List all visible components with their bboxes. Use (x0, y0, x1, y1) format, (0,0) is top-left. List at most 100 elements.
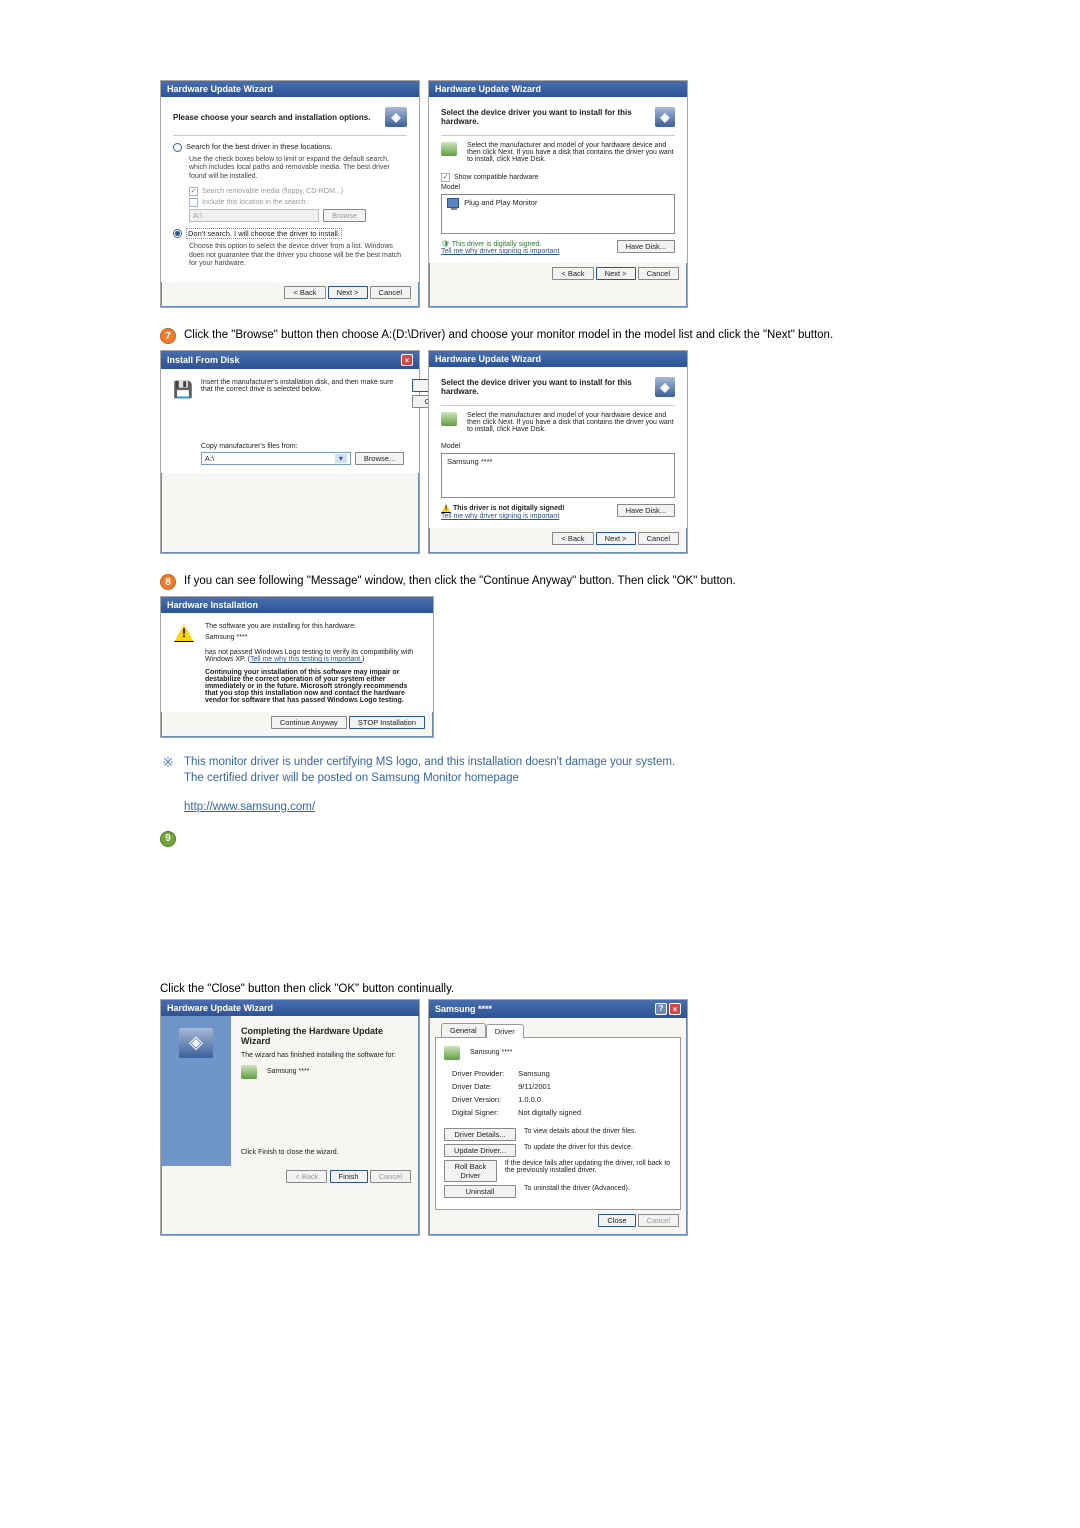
heading-text: Select the device driver you want to ins… (441, 378, 655, 396)
check-show-compat[interactable]: ✓ Show compatible hardware (441, 173, 675, 182)
note-line1: This monitor driver is under certifying … (184, 754, 675, 770)
heading-text: Select the device driver you want to ins… (441, 108, 655, 126)
close-icon[interactable]: × (401, 354, 413, 366)
hwinst-warning-text: Continuing your installation of this sof… (205, 669, 421, 704)
dlg-title-text: Hardware Update Wizard (435, 354, 541, 364)
step-9-text: Click the "Close" button then click "OK"… (160, 983, 920, 995)
step-9-marker: 9 (160, 831, 920, 847)
warning-icon: ! (173, 623, 195, 643)
dlg-title-text: Hardware Update Wizard (167, 1003, 273, 1013)
btn-desc: To uninstall the driver (Advanced). (524, 1185, 630, 1198)
driver-icon (441, 412, 457, 426)
radio-dot-icon (173, 143, 182, 152)
next-button[interactable]: Next > (328, 286, 368, 299)
signed-status: 🛡 This driver is digitally signed. (441, 240, 559, 248)
chevron-down-icon[interactable]: ▾ (335, 454, 347, 463)
combo-value: A:\ (205, 454, 214, 463)
btn-desc: To update the driver for this device. (524, 1144, 633, 1157)
note-line2: The certified driver will be posted on S… (184, 770, 675, 786)
dlg-completing-wizard: Hardware Update Wizard ◈ Completing the … (160, 999, 420, 1236)
step-number-icon: 9 (160, 831, 176, 847)
browse-button-disabled: Browse (323, 209, 366, 222)
finish-button[interactable]: Finish (330, 1170, 368, 1183)
back-button[interactable]: < Back (284, 286, 325, 299)
driver-signing-link[interactable]: Tell me why driver signing is important (441, 248, 559, 255)
back-button[interactable]: < Back (552, 267, 593, 280)
button-row: < Back Next > Cancel (429, 528, 687, 553)
check-include-location: Include this location in the search: (189, 198, 407, 207)
monitor-icon (447, 198, 459, 208)
rollback-driver-button[interactable]: Roll Back Driver (444, 1160, 497, 1182)
path-combo[interactable]: A:\ ▾ (201, 452, 351, 465)
samsung-link[interactable]: http://www.samsung.com/ (184, 801, 315, 813)
cancel-button[interactable]: Cancel (370, 286, 411, 299)
radio-label: Search for the best driver in these loca… (186, 142, 332, 151)
uninstall-button[interactable]: Uninstall (444, 1185, 516, 1198)
driver-icon (241, 1065, 257, 1079)
close-button[interactable]: Close (598, 1214, 635, 1227)
tab-row: General Driver (441, 1023, 681, 1037)
list-item[interactable]: Plug and Play Monitor (464, 198, 537, 207)
driver-details-button[interactable]: Driver Details... (444, 1128, 516, 1141)
heading-text: Please choose your search and installati… (173, 113, 370, 122)
desc-text: Select the manufacturer and model of you… (467, 412, 675, 433)
dlg-title-text: Install From Disk (167, 355, 240, 365)
dlg-title: Hardware Installation (161, 597, 433, 613)
driver-panel: Samsung **** Driver Provider:Samsung Dri… (435, 1037, 681, 1210)
wizard-sidebar: ◈ (161, 1016, 231, 1166)
dlg-title-text: Samsung **** (435, 1004, 492, 1014)
back-button-disabled: < Back (286, 1170, 327, 1183)
tab-general[interactable]: General (441, 1023, 486, 1037)
logo-testing-link[interactable]: Tell me why this testing is important. (250, 656, 362, 663)
continue-anyway-button[interactable]: Continue Anyway (271, 716, 347, 729)
dlg-title: Samsung **** ? × (429, 1000, 687, 1018)
wizard-icon: ◈ (655, 107, 675, 127)
wizard-icon: ◈ (179, 1028, 213, 1058)
dlg-heading: Select the device driver you want to ins… (441, 107, 675, 127)
radio-label: Don't search. I will choose the driver t… (186, 228, 342, 239)
next-button[interactable]: Next > (596, 532, 636, 545)
radio-subtext: Use the check boxes below to limit or ex… (189, 156, 407, 181)
table-row: Driver Provider:Samsung (446, 1068, 587, 1079)
driver-signing-link[interactable]: Tell me why driver signing is important (441, 513, 565, 520)
dlg-heading: Select the device driver you want to ins… (441, 377, 675, 397)
dlg-title-text: Hardware Installation (167, 600, 258, 610)
cancel-button[interactable]: Cancel (638, 267, 679, 280)
dlg-install-from-disk: Install From Disk × 💾 Insert the manufac… (160, 350, 420, 554)
table-row: Driver Version:1.0.0.0 (446, 1094, 587, 1105)
radio-search-best[interactable]: Search for the best driver in these loca… (173, 142, 407, 152)
row-install-from-disk: Install From Disk × 💾 Insert the manufac… (160, 350, 920, 554)
row-wizard-pair-1: Hardware Update Wizard Please choose you… (160, 80, 920, 308)
update-driver-button[interactable]: Update Driver... (444, 1144, 516, 1157)
list-item[interactable]: Samsung **** (447, 457, 492, 466)
step-text: Click the "Browse" button then choose A:… (184, 328, 833, 344)
button-row: < Back Next > Cancel (161, 282, 419, 307)
dlg-title: Hardware Update Wizard (429, 81, 687, 97)
close-icon[interactable]: × (669, 1003, 681, 1015)
prop-device: Samsung **** (470, 1049, 512, 1056)
radio-subtext: Choose this option to select the device … (189, 243, 407, 268)
button-row: < Back Next > Cancel (429, 263, 687, 288)
model-label: Model (441, 184, 675, 191)
tab-driver[interactable]: Driver (486, 1024, 524, 1038)
dlg-search-options: Hardware Update Wizard Please choose you… (160, 80, 420, 308)
have-disk-button[interactable]: Have Disk... (617, 240, 675, 253)
row-complete: Hardware Update Wizard ◈ Completing the … (160, 999, 920, 1236)
next-button[interactable]: Next > (596, 267, 636, 280)
radio-dont-search[interactable]: Don't search. I will choose the driver t… (173, 228, 407, 239)
checkbox-icon: ✓ (189, 187, 198, 196)
asterisk-icon: ※ (160, 754, 176, 814)
cancel-button[interactable]: Cancel (638, 532, 679, 545)
complete-finish-text: Click Finish to close the wizard. (241, 1149, 409, 1156)
stop-installation-button[interactable]: STOP Installation (349, 716, 425, 729)
dlg-select-driver-samsung: Hardware Update Wizard Select the device… (428, 350, 688, 554)
browse-button[interactable]: Browse... (355, 452, 404, 465)
model-listbox[interactable]: Plug and Play Monitor (441, 194, 675, 234)
help-icon[interactable]: ? (655, 1003, 667, 1015)
model-listbox[interactable]: Samsung **** (441, 453, 675, 498)
dlg-heading: Please choose your search and installati… (173, 107, 407, 127)
have-disk-button[interactable]: Have Disk... (617, 504, 675, 517)
dlg-device-properties: Samsung **** ? × General Driver Samsung … (428, 999, 688, 1236)
back-button[interactable]: < Back (552, 532, 593, 545)
dlg-select-driver-pnp: Hardware Update Wizard Select the device… (428, 80, 688, 308)
